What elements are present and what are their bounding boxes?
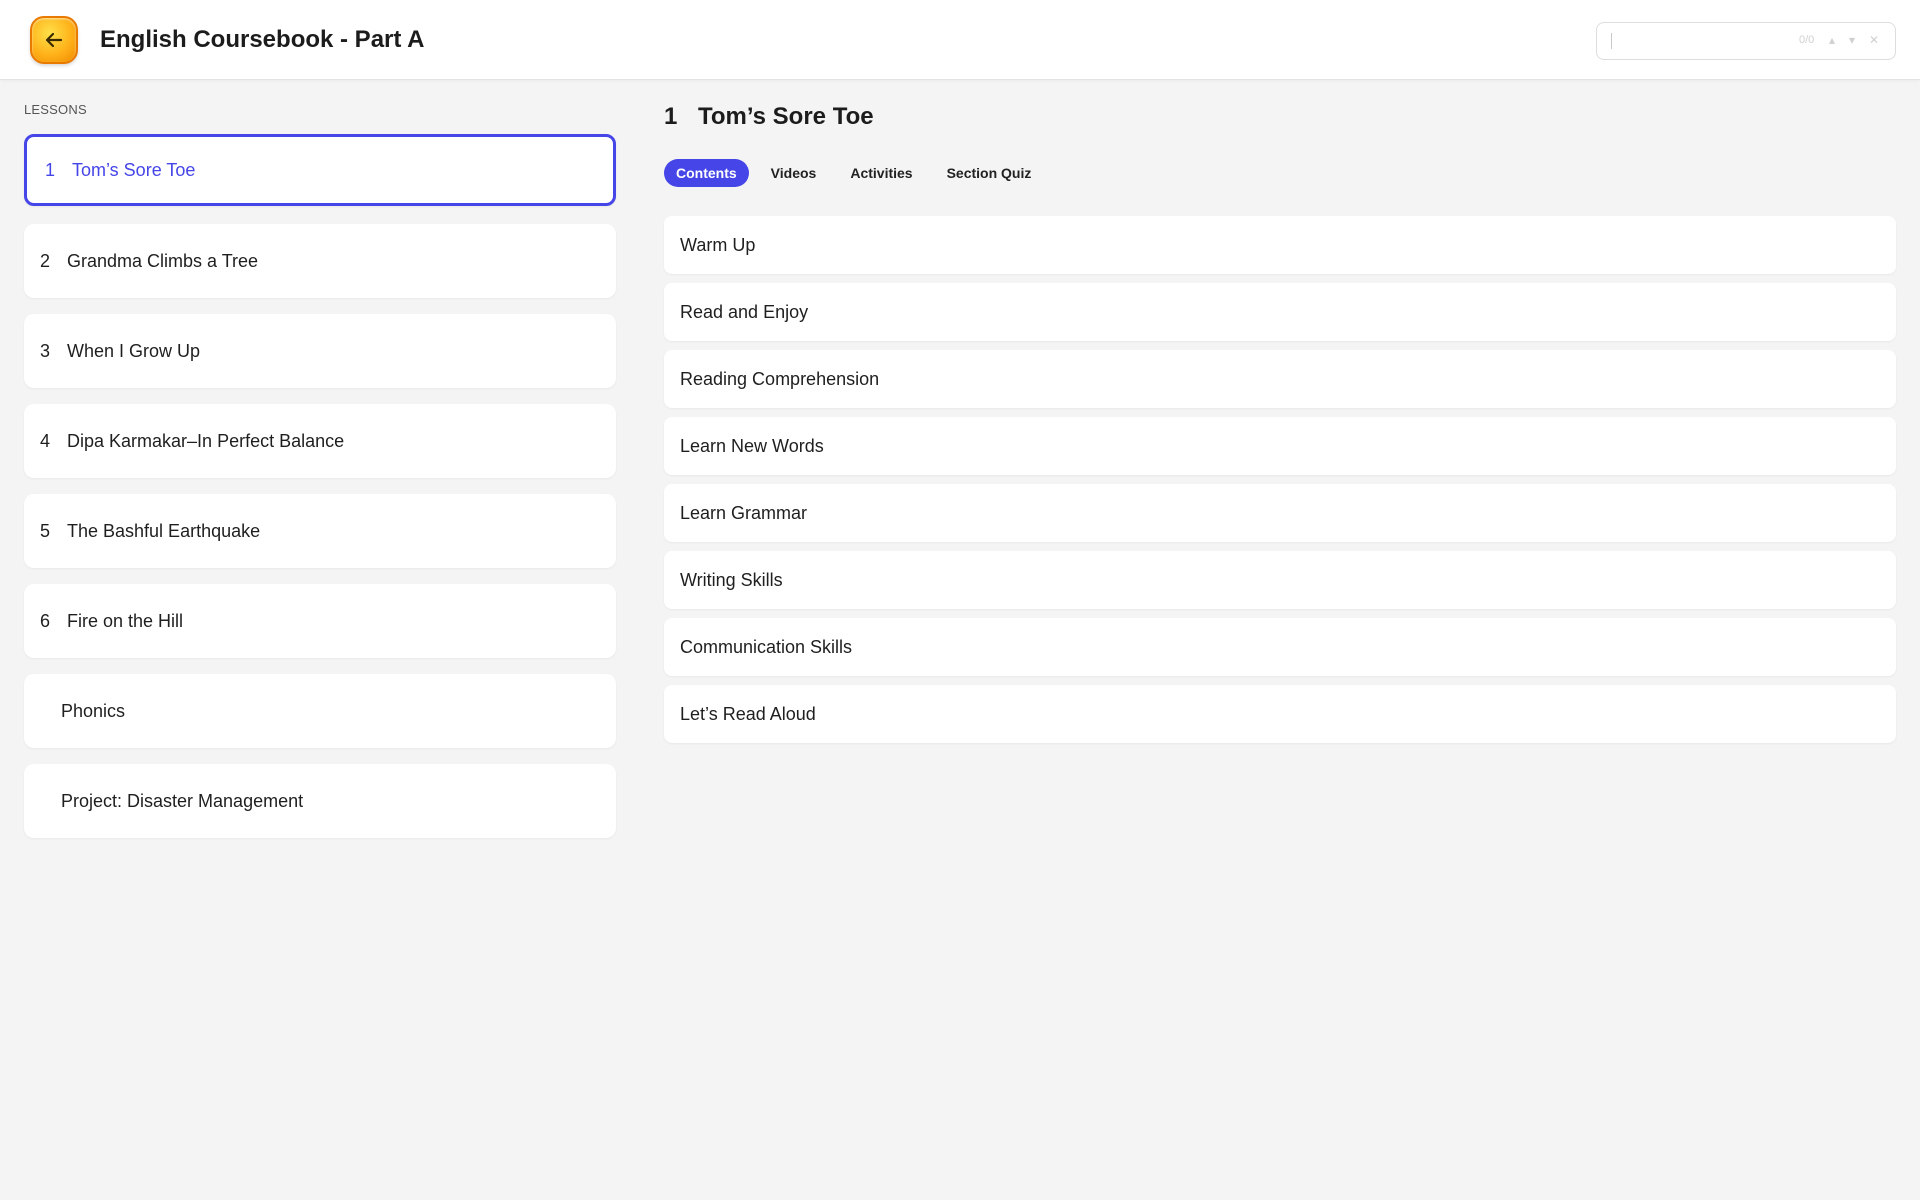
search-match-count: 0/0 <box>1799 34 1815 46</box>
sidebar-lesson-item[interactable]: 3 When I Grow Up <box>24 314 616 388</box>
tab-bar: Contents Videos Activities Section Quiz <box>664 159 1053 187</box>
page-title: English Coursebook - Part A <box>100 26 425 53</box>
tab-activities[interactable]: Activities <box>838 159 924 187</box>
content-section-item[interactable]: Reading Comprehension <box>664 350 1896 408</box>
sidebar-lesson-item[interactable]: 2 Grandma Climbs a Tree <box>24 224 616 298</box>
lesson-item-number: 6 <box>40 610 51 631</box>
content-section-item[interactable]: Writing Skills <box>664 551 1896 609</box>
content-section-item[interactable]: Learn Grammar <box>664 484 1896 542</box>
top-bar: English Coursebook - Part A 0/0 ▴ ▾ ✕ <box>0 0 1920 80</box>
content-section-item[interactable]: Let’s Read Aloud <box>664 685 1896 743</box>
tab-videos[interactable]: Videos <box>759 159 829 187</box>
lesson-item-label: The Bashful Earthquake <box>67 520 261 541</box>
close-icon[interactable]: ✕ <box>1869 33 1879 47</box>
section-list: Warm Up Read and Enjoy Reading Comprehensi… <box>664 216 1896 752</box>
content-section-item[interactable]: Learn New Words <box>664 417 1896 475</box>
sidebar-lesson-item[interactable]: 4 Dipa Karmakar–In Perfect Balance <box>24 404 616 478</box>
content-section-item[interactable]: Warm Up <box>664 216 1896 274</box>
lesson-item-label: Grandma Climbs a Tree <box>67 250 259 271</box>
lesson-item-label: Dipa Karmakar–In Perfect Balance <box>67 430 345 451</box>
lesson-item-number: 4 <box>40 430 51 451</box>
content-section-item[interactable]: Communication Skills <box>664 618 1896 676</box>
lesson-number: 1 <box>664 103 678 130</box>
lesson-item-number: 5 <box>40 520 51 541</box>
search-field[interactable]: 0/0 ▴ ▾ ✕ <box>1596 22 1896 60</box>
sidebar-lesson-item[interactable]: 1 Tom’s Sore Toe <box>24 134 616 206</box>
chevron-down-icon[interactable]: ▾ <box>1849 33 1855 47</box>
lesson-title-text: Tom’s Sore Toe <box>698 103 874 130</box>
sidebar-lesson-item[interactable]: Phonics <box>24 674 616 748</box>
search-input[interactable] <box>1611 33 1612 49</box>
sidebar-lesson-item[interactable]: 6 Fire on the Hill <box>24 584 616 658</box>
tab-contents[interactable]: Contents <box>664 159 749 187</box>
lesson-item-number: 2 <box>40 250 51 271</box>
lesson-item-number: 3 <box>40 340 51 361</box>
back-button[interactable] <box>30 16 78 64</box>
chevron-up-icon[interactable]: ▴ <box>1829 33 1835 47</box>
lessons-heading: LESSONS <box>24 102 87 117</box>
arrow-left-icon <box>45 32 63 48</box>
lesson-title: 1 Tom’s Sore Toe <box>664 103 874 131</box>
lesson-item-label: Project: Disaster Management <box>61 790 304 811</box>
sidebar-lesson-item[interactable]: 5 The Bashful Earthquake <box>24 494 616 568</box>
tab-section-quiz[interactable]: Section Quiz <box>935 159 1044 187</box>
sidebar-lesson-item[interactable]: Project: Disaster Management <box>24 764 616 838</box>
lesson-list: 1 Tom’s Sore Toe 2 Grandma Climbs a Tree 3 Wh… <box>24 134 616 854</box>
lesson-item-label: Phonics <box>61 700 126 721</box>
lesson-item-label: Fire on the Hill <box>67 610 184 631</box>
content-section-item[interactable]: Read and Enjoy <box>664 283 1896 341</box>
lesson-item-number: 1 <box>45 159 56 180</box>
lesson-item-label: When I Grow Up <box>67 340 201 361</box>
lesson-item-label: Tom’s Sore Toe <box>72 159 196 180</box>
